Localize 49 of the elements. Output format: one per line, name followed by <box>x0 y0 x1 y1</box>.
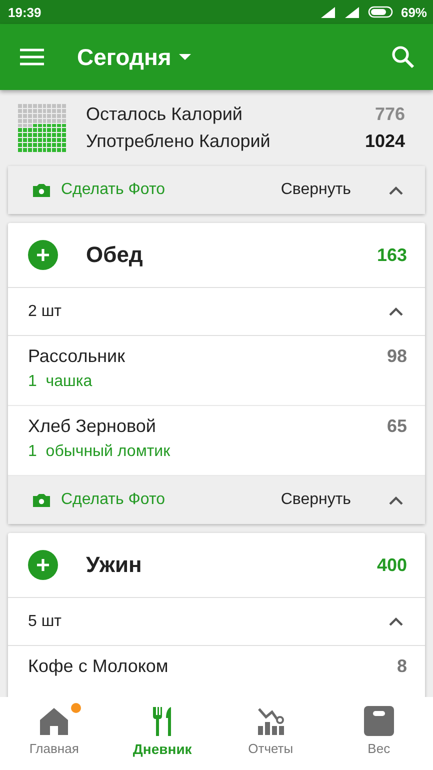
caret-icon <box>179 54 192 60</box>
chevron-up-icon[interactable] <box>389 307 403 316</box>
chevron-up-icon[interactable] <box>389 186 403 194</box>
consumed-label: Употреблено Калорий <box>86 131 270 152</box>
scale-icon <box>364 706 394 736</box>
fork-knife-icon <box>152 706 172 736</box>
chevron-up-icon[interactable] <box>389 496 403 504</box>
nav-tab[interactable]: Вес <box>324 697 433 770</box>
meal-name: Ужин <box>86 552 142 578</box>
nav-tab[interactable]: Дневник <box>108 697 216 770</box>
camera-icon <box>32 182 51 198</box>
take-photo-button[interactable]: Сделать Фото <box>32 491 166 509</box>
food-calories: 65 <box>386 416 407 438</box>
menu-button[interactable] <box>20 48 44 66</box>
meal-calories: 400 <box>376 554 407 576</box>
item-count: 5 шт <box>28 612 62 630</box>
food-name: Рассольник <box>28 346 125 367</box>
remaining-label: Осталось Калорий <box>86 104 242 125</box>
camera-icon <box>32 492 51 508</box>
item-count: 2 шт <box>28 302 62 320</box>
food-name: Кофе с Молоком <box>28 656 168 677</box>
meal-calories: 163 <box>376 244 407 266</box>
plus-icon <box>36 248 50 262</box>
add-food-button[interactable] <box>28 550 58 580</box>
take-photo-button[interactable]: Сделать Фото <box>32 181 166 199</box>
food-calories: 98 <box>386 346 407 368</box>
search-button[interactable] <box>391 45 415 69</box>
food-name: Хлеб Зерновой <box>28 416 157 437</box>
nav-tab[interactable]: Отчеты <box>216 697 325 770</box>
collapse-button[interactable]: Свернуть <box>280 181 351 199</box>
collapse-button[interactable]: Свернуть <box>280 491 351 509</box>
remaining-value: 776 <box>374 104 405 125</box>
house-icon <box>39 707 70 735</box>
plus-icon <box>36 558 50 572</box>
calorie-grid <box>18 104 66 152</box>
signal-icon <box>320 6 361 18</box>
add-food-button[interactable] <box>28 240 58 270</box>
status-time: 19:39 <box>8 4 42 20</box>
chevron-up-icon[interactable] <box>389 617 403 626</box>
battery-icon <box>368 6 394 18</box>
consumed-value: 1024 <box>364 131 405 152</box>
battery-percent: 69% <box>400 4 427 20</box>
food-portion: 1 чашка <box>28 373 94 391</box>
nav-tab[interactable]: Главная <box>0 697 108 770</box>
meal-name: Обед <box>86 242 143 268</box>
chart-icon <box>256 706 286 736</box>
food-calories: 8 <box>396 656 407 678</box>
food-portion: 1 обычный ломтик <box>28 443 170 461</box>
date-dropdown[interactable]: Сегодня <box>77 44 192 70</box>
